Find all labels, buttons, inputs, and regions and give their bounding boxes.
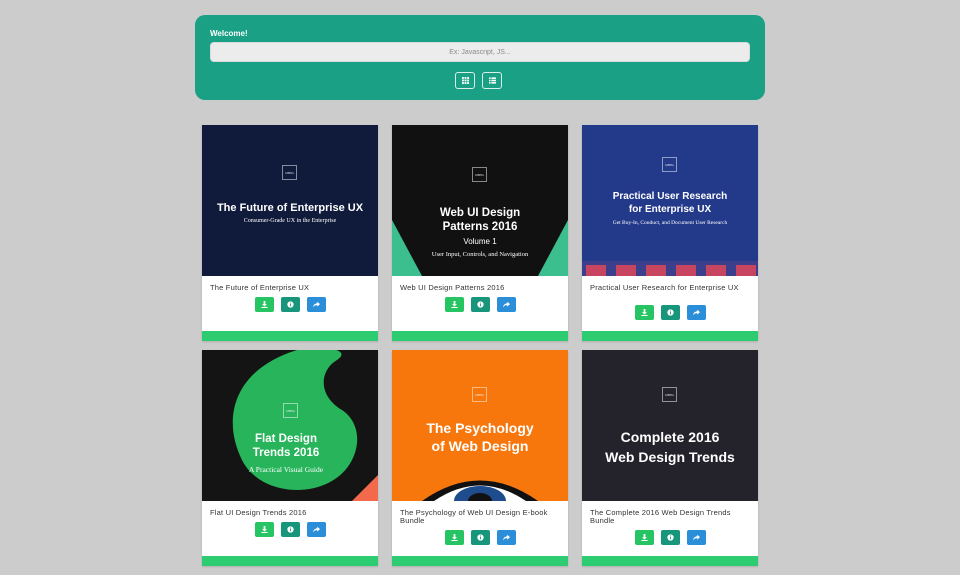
info-icon (286, 526, 294, 533)
download-icon (450, 301, 458, 308)
share-button[interactable] (496, 530, 516, 545)
uxpin-logo: UXPin (662, 387, 677, 402)
book-cover[interactable]: UXPin Practical User Research for Enterp… (582, 125, 758, 276)
ebook-card: UXPin Complete 2016 Web Design Trends Th… (582, 350, 758, 566)
cover-title: The Psychology of Web Design (426, 420, 534, 454)
search-input[interactable] (210, 42, 750, 62)
cover-decoration (232, 350, 378, 501)
cover-title: The Future of Enterprise UX (216, 202, 364, 214)
info-button[interactable] (470, 297, 490, 312)
card-title: The Psychology of Web UI Design E-book B… (400, 508, 548, 525)
welcome-text: Welcome! (210, 29, 248, 38)
download-button[interactable] (444, 530, 464, 545)
share-icon (692, 534, 700, 541)
book-cover[interactable]: UXPin The Future of Enterprise UX Consum… (202, 125, 378, 276)
share-button[interactable] (306, 522, 326, 537)
download-button[interactable] (254, 522, 274, 537)
welcome-header: Welcome! (195, 15, 765, 100)
info-button[interactable] (280, 522, 300, 537)
list-icon (488, 77, 496, 84)
grid-view-button[interactable] (455, 72, 475, 89)
uxpin-logo: UXPin (662, 157, 677, 172)
info-button[interactable] (470, 530, 490, 545)
info-icon (666, 534, 674, 541)
download-button[interactable] (634, 305, 654, 320)
share-button[interactable] (686, 530, 706, 545)
card-title: Practical User Research for Enterprise U… (590, 283, 739, 292)
uxpin-logo: UXPin (283, 403, 298, 418)
cover-subtitle: Get Buy-In, Conduct, and Document User R… (612, 220, 728, 226)
card-footer-bar (392, 556, 568, 566)
share-icon (502, 534, 510, 541)
card-footer-bar (392, 331, 568, 341)
download-button[interactable] (444, 297, 464, 312)
ebook-card: UXPin Flat Design Trends 2016 A Practica… (202, 350, 378, 566)
cover-subtitle: A Practical Visual Guide (248, 465, 324, 474)
cover-title: Web UI Design Patterns 2016 (439, 207, 521, 233)
card-actions (582, 305, 758, 320)
uxpin-logo: UXPin (472, 167, 487, 182)
share-icon (692, 309, 700, 316)
download-icon (640, 309, 648, 316)
info-icon (666, 309, 674, 316)
info-icon (476, 534, 484, 541)
info-button[interactable] (660, 530, 680, 545)
card-actions (582, 530, 758, 545)
share-button[interactable] (496, 297, 516, 312)
cover-title: Practical User Research for Enterprise U… (612, 191, 728, 215)
book-cover[interactable]: UXPin The Psychology of Web Design (392, 350, 568, 501)
cover-title: Complete 2016 Web Design Trends (605, 429, 735, 465)
ebook-card: UXPin Practical User Research for Enterp… (582, 125, 758, 341)
ebook-card: UXPin The Future of Enterprise UX Consum… (202, 125, 378, 341)
info-icon (286, 301, 294, 308)
cover-subtitle: Consumer-Grade UX in the Enterprise (243, 218, 337, 224)
cover-volume: Volume 1 (463, 237, 497, 246)
info-icon (476, 301, 484, 308)
share-button[interactable] (686, 305, 706, 320)
card-footer-bar (582, 331, 758, 341)
download-icon (260, 301, 268, 308)
download-icon (260, 526, 268, 533)
list-view-button[interactable] (482, 72, 502, 89)
info-button[interactable] (660, 305, 680, 320)
card-title: Flat UI Design Trends 2016 (210, 508, 307, 517)
card-title: Web UI Design Patterns 2016 (400, 283, 505, 292)
share-icon (312, 301, 320, 308)
download-button[interactable] (634, 530, 654, 545)
download-icon (450, 534, 458, 541)
card-actions (392, 297, 568, 312)
card-actions (202, 297, 378, 312)
uxpin-logo: UXPin (472, 387, 487, 402)
download-icon (640, 534, 648, 541)
share-button[interactable] (306, 297, 326, 312)
grid-icon (461, 77, 469, 84)
book-cover[interactable]: UXPin Flat Design Trends 2016 A Practica… (202, 350, 378, 501)
card-footer-bar (202, 331, 378, 341)
book-cover[interactable]: UXPin Web UI Design Patterns 2016 Volume… (392, 125, 568, 276)
card-actions (392, 530, 568, 545)
card-footer-bar (582, 556, 758, 566)
info-button[interactable] (280, 297, 300, 312)
download-button[interactable] (254, 297, 274, 312)
card-footer-bar (202, 556, 378, 566)
cover-subtitle: User Input, Controls, and Navigation (431, 251, 529, 258)
card-actions (202, 522, 378, 537)
ebook-card: UXPin The Psychology of Web Design The P… (392, 350, 568, 566)
card-title: The Future of Enterprise UX (210, 283, 310, 292)
cover-title: Flat Design Trends 2016 (252, 433, 320, 459)
uxpin-logo: UXPin (282, 165, 297, 180)
book-cover[interactable]: UXPin Complete 2016 Web Design Trends (582, 350, 758, 501)
card-title: The Complete 2016 Web Design Trends Bund… (590, 508, 731, 525)
share-icon (502, 301, 510, 308)
ebook-card: UXPin Web UI Design Patterns 2016 Volume… (392, 125, 568, 341)
share-icon (312, 526, 320, 533)
